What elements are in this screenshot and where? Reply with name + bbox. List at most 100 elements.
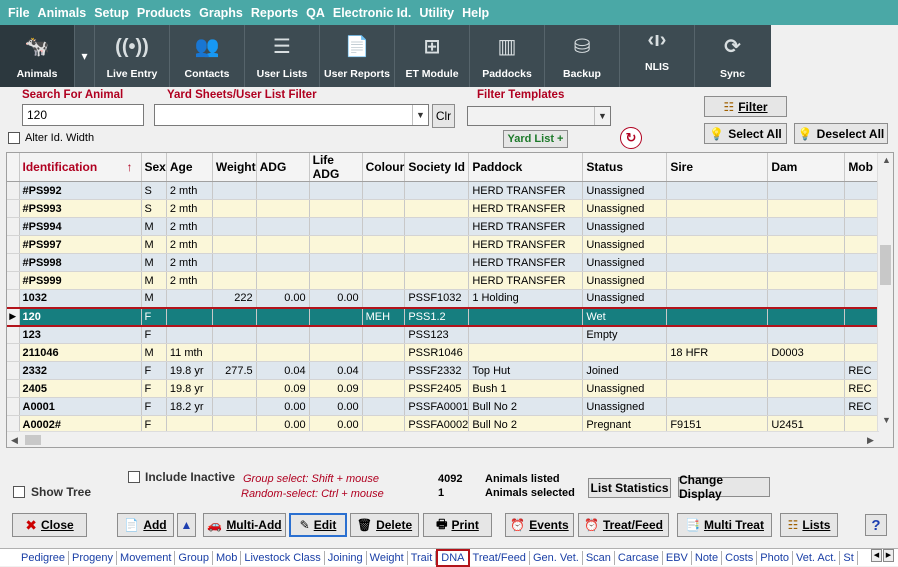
tab-scroll-left-icon[interactable]: ◀ — [871, 549, 882, 562]
toolbar-sync-button[interactable]: ⟳ Sync — [695, 25, 770, 87]
yard-list-button[interactable]: Yard List + — [503, 130, 568, 148]
toolbar-live-entry-button[interactable]: ((•)) Live Entry — [95, 25, 170, 87]
alter-id-width-checkbox[interactable] — [8, 132, 20, 144]
tab-scan[interactable]: Scan — [583, 550, 615, 565]
events-button[interactable]: ⏰ Events — [505, 513, 574, 537]
col-adg[interactable]: ADG — [256, 153, 310, 182]
table-row-selected[interactable]: ▶ 120 F MEH PSS1.2 Wet — [7, 306, 883, 327]
reset-filter-button[interactable]: ↻ — [620, 127, 642, 149]
help-button[interactable]: ? — [865, 514, 887, 536]
tab-scroll-right-icon[interactable]: ▶ — [883, 549, 894, 562]
menu-file[interactable]: File — [8, 6, 30, 20]
col-society-id[interactable]: Society Id — [404, 153, 470, 182]
col-weight[interactable]: Weight — [212, 153, 257, 182]
scroll-right-icon[interactable]: ▶ — [867, 435, 874, 446]
tab-trait[interactable]: Trait — [408, 550, 437, 565]
scroll-left-icon[interactable]: ◀ — [11, 435, 18, 446]
tab-progeny[interactable]: Progeny — [69, 550, 118, 565]
deselect-all-button[interactable]: 💡 Deselect All — [794, 123, 888, 144]
list-statistics-button[interactable]: List Statistics — [588, 478, 671, 498]
col-age[interactable]: Age — [166, 153, 213, 182]
col-dam[interactable]: Dam — [767, 153, 846, 182]
table-row[interactable]: #PS992 S 2 mth HERD TRANSFER Unassigned — [7, 181, 883, 200]
tab-ebv[interactable]: EBV — [663, 550, 692, 565]
col-sire[interactable]: Sire — [666, 153, 769, 182]
tab-movement[interactable]: Movement — [117, 550, 176, 565]
tab-vet-act[interactable]: Vet. Act. — [793, 550, 841, 565]
toolbar-contacts-button[interactable]: 👥 Contacts — [170, 25, 245, 87]
menu-qa[interactable]: QA — [306, 6, 325, 20]
menu-help[interactable]: Help — [462, 6, 489, 20]
show-tree-checkbox[interactable] — [13, 486, 25, 498]
table-row[interactable]: #PS999 M 2 mth HERD TRANSFER Unassigned — [7, 271, 883, 290]
multi-treat-button[interactable]: 📑 Multi Treat — [677, 513, 772, 537]
multi-add-button[interactable]: 🚗 Multi-Add — [203, 513, 286, 537]
table-row[interactable]: #PS997 M 2 mth HERD TRANSFER Unassigned — [7, 235, 883, 254]
tab-treat-feed[interactable]: Treat/Feed — [470, 550, 530, 565]
lists-button[interactable]: ☷ Lists — [780, 513, 838, 537]
toolbar-backup-button[interactable]: ⛁ Backup — [545, 25, 620, 87]
table-row[interactable]: #PS998 M 2 mth HERD TRANSFER Unassigned — [7, 253, 883, 272]
table-row[interactable]: A0001 F 18.2 yr 0.00 0.00 PSSFA0001 Bull No 2U… — [7, 397, 883, 416]
toolbar-nlis-button[interactable]: ‹ı› NLIS — [620, 25, 695, 87]
include-inactive-checkbox[interactable] — [128, 471, 140, 483]
horizontal-scrollbar[interactable]: ◀ ▶ — [7, 431, 879, 447]
change-display-button[interactable]: Change Display — [678, 473, 770, 501]
menu-setup[interactable]: Setup — [94, 6, 129, 20]
menu-utility[interactable]: Utility — [419, 6, 454, 20]
tab-mob[interactable]: Mob — [213, 550, 242, 565]
tab-gen-vet[interactable]: Gen. Vet. — [530, 550, 583, 565]
menu-products[interactable]: Products — [137, 6, 191, 20]
tab-photo[interactable]: Photo — [757, 550, 793, 565]
table-row[interactable]: 2332 F 19.8 yr 277.5 0.04 0.04 PSSF2332 Top Hut… — [7, 361, 883, 380]
tab-weight[interactable]: Weight — [367, 550, 408, 565]
table-row[interactable]: #PS994 M 2 mth HERD TRANSFER Unassigned — [7, 217, 883, 236]
col-life-adg[interactable]: Life ADG — [309, 153, 363, 182]
scroll-thumb[interactable] — [25, 435, 41, 445]
toolbar-paddocks-button[interactable]: ▥ Paddocks — [470, 25, 545, 87]
table-row[interactable]: 1032 M 222 0.00 0.00 PSSF1032 1 Holding Unassig… — [7, 289, 883, 308]
tab-pedigree[interactable]: Pedigree — [18, 550, 70, 565]
yard-filter-select[interactable]: ▼ — [154, 104, 429, 126]
scroll-up-icon[interactable]: ▲ — [882, 155, 891, 165]
tab-joining[interactable]: Joining — [325, 550, 367, 565]
toolbar-user-reports-button[interactable]: 📄 User Reports — [320, 25, 395, 87]
tab-group[interactable]: Group — [175, 550, 213, 565]
treat-feed-button[interactable]: ⏰ Treat/Feed — [578, 513, 669, 537]
toolbar-et-module-button[interactable]: ⊞ ET Module — [395, 25, 470, 87]
col-status[interactable]: Status — [582, 153, 668, 182]
tab-dna[interactable]: DNA — [436, 548, 470, 567]
table-row[interactable]: 123 F PSS123 Empty — [7, 325, 883, 344]
menu-graphs[interactable]: Graphs — [199, 6, 243, 20]
close-button[interactable]: ✖ Close — [12, 513, 87, 537]
col-sex[interactable]: Sex — [141, 153, 167, 182]
toolbar-animals-button[interactable]: 🐄 Animals — [0, 25, 75, 87]
table-row[interactable]: 2405 F 19.8 yr 0.09 0.09 PSSF2405 Bush 1 Unassi… — [7, 379, 883, 398]
menu-animals[interactable]: Animals — [38, 6, 87, 20]
scroll-thumb[interactable] — [880, 245, 891, 285]
add-button[interactable]: 📄 Add — [117, 513, 174, 537]
clear-button[interactable]: Clr — [432, 104, 455, 128]
print-button[interactable]: 🖶 Print — [423, 513, 492, 537]
search-input[interactable]: 120 — [22, 104, 144, 126]
menu-electronic-id[interactable]: Electronic Id. — [333, 6, 412, 20]
col-paddock[interactable]: Paddock — [468, 153, 584, 182]
tab-note[interactable]: Note — [692, 550, 723, 565]
col-identification[interactable]: Identification ↑ — [19, 153, 142, 182]
tab-costs[interactable]: Costs — [722, 550, 758, 565]
table-row[interactable]: 211046 M 11 mth PSSR1046 18 HFR D0003 — [7, 343, 883, 362]
scroll-down-icon[interactable]: ▼ — [882, 415, 891, 425]
select-all-button[interactable]: 💡 Select All — [704, 123, 787, 144]
col-colour[interactable]: Colour — [362, 153, 406, 182]
add-options-button[interactable]: ▲ — [177, 513, 196, 537]
filter-button[interactable]: ☷ Filter — [704, 96, 787, 117]
table-row[interactable]: #PS993 S 2 mth HERD TRANSFER Unassigned — [7, 199, 883, 218]
tab-livestock-class[interactable]: Livestock Class — [241, 550, 325, 565]
filter-templates-select[interactable]: ▼ — [467, 106, 611, 126]
menu-reports[interactable]: Reports — [251, 6, 298, 20]
toolbar-user-lists-button[interactable]: ☰ User Lists — [245, 25, 320, 87]
tab-carcase[interactable]: Carcase — [615, 550, 663, 565]
vertical-scrollbar[interactable]: ▲ ▼ — [877, 153, 893, 447]
edit-button[interactable]: ✎ Edit — [289, 513, 347, 537]
tab-st[interactable]: St — [840, 550, 858, 565]
